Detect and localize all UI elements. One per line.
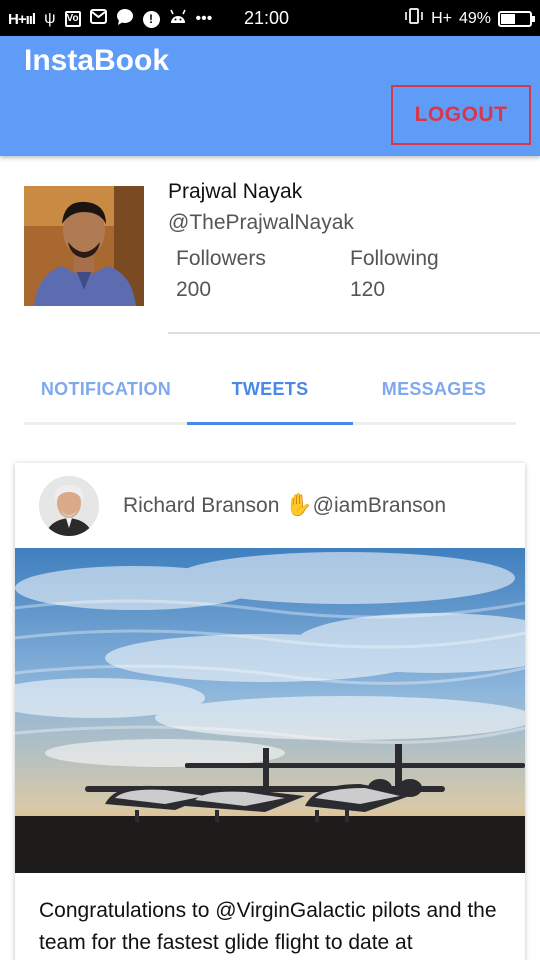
profile-name: Prajwal Nayak xyxy=(168,180,303,203)
status-left: H+ııl ψ Vo ! ••• xyxy=(8,8,212,30)
following-label: Following xyxy=(350,247,439,270)
waving-hand-icon: ✋ xyxy=(285,492,313,517)
network-indicator: H+ııl xyxy=(8,10,36,28)
battery-level xyxy=(501,13,515,24)
tab-messages[interactable]: MESSAGES xyxy=(352,354,516,424)
post-author-line: Richard Branson ✋@iamBranson xyxy=(123,492,446,518)
active-tab-indicator xyxy=(187,422,353,425)
status-right: H+ 49% xyxy=(404,8,535,29)
tab-notification[interactable]: NOTIFICATION xyxy=(24,354,188,424)
profile-divider xyxy=(168,332,540,334)
logout-button[interactable]: LOGOUT xyxy=(391,85,531,145)
status-time: 21:00 xyxy=(244,8,290,28)
post-author-avatar[interactable] xyxy=(39,476,99,536)
followers-label: Followers xyxy=(176,247,266,270)
mobile-data-indicator: H+ xyxy=(431,9,452,27)
post-image[interactable] xyxy=(15,548,525,873)
chat-icon xyxy=(116,8,134,30)
profile-handle: @ThePrajwalNayak xyxy=(168,211,354,234)
tweet-card[interactable]: Richard Branson ✋@iamBranson Congratulat… xyxy=(15,463,525,960)
tab-tweets[interactable]: TWEETS xyxy=(188,354,352,424)
post-author-handle[interactable]: @iamBranson xyxy=(313,494,446,517)
following-count[interactable]: 120 xyxy=(350,278,385,302)
alert-icon: ! xyxy=(142,10,160,28)
app-title: InstaBook xyxy=(24,44,170,77)
battery-nub xyxy=(532,15,535,22)
app-bar: InstaBook LOGOUT xyxy=(0,36,540,156)
profile-avatar xyxy=(24,186,144,306)
status-bar: H+ııl ψ Vo ! ••• 21:00 H+ 49% xyxy=(0,0,540,36)
volte-icon: Vo xyxy=(64,11,81,27)
screen: H+ııl ψ Vo ! ••• 21:00 H+ 49% InstaBook … xyxy=(0,0,540,960)
post-text: Congratulations to @VirginGalactic pilot… xyxy=(39,899,497,954)
followers-count[interactable]: 200 xyxy=(176,278,211,302)
battery-icon xyxy=(498,10,535,27)
battery-percent: 49% xyxy=(458,9,491,27)
post-author-name[interactable]: Richard Branson xyxy=(123,494,279,517)
signal-icon: H+ xyxy=(431,10,452,28)
android-icon xyxy=(169,9,187,29)
usb-icon: ψ xyxy=(44,10,56,27)
mail-icon xyxy=(89,9,107,29)
more-icon: ••• xyxy=(195,10,213,27)
vibrate-icon xyxy=(404,8,424,29)
